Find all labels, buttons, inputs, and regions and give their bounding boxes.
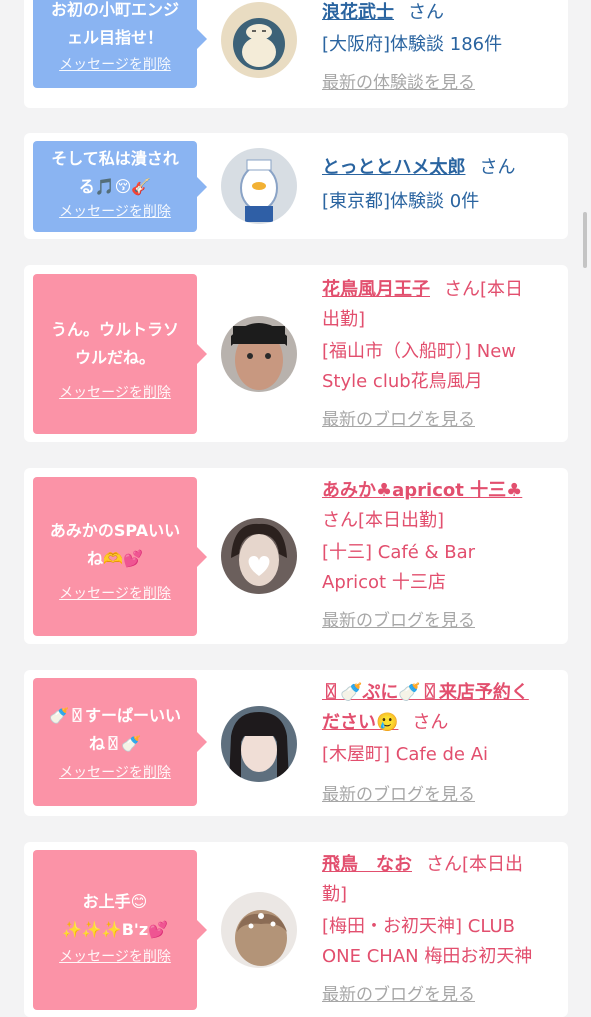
latest-blog-link[interactable]: 最新のブログを見る <box>322 980 554 1010</box>
girl-dark-avatar[interactable] <box>221 706 297 782</box>
user-name-link[interactable]: 浪花武士 <box>322 2 394 23</box>
san-label: さん[本日出勤] <box>322 510 445 531</box>
location-text: [梅田・お初天神] CLUB ONE CHAN 梅田お初天神 <box>322 916 533 967</box>
latest-blog-link[interactable]: 最新のブログを見る <box>322 780 554 810</box>
message-bubble: うん。ウルトラソ ウルだね。 メッセージを削除 <box>33 274 207 434</box>
latest-blog-link[interactable]: 最新のブログを見る <box>322 606 554 636</box>
hair-avatar[interactable] <box>221 892 297 968</box>
san-label-cont: 勤] <box>322 884 348 905</box>
san-label: さん <box>408 2 444 23</box>
latest-reviews-link[interactable]: 最新の体験談を見る <box>322 68 554 98</box>
message-bubble: そして私は潰され る🎵😚🎸 メッセージを削除 <box>33 141 207 232</box>
message-card: 🍼〿すーぱーいい ね〿🍼 メッセージを削除 〿🍼ぷに🍼〿来店予約く ださい🥲 さん … <box>24 670 568 816</box>
user-name-link[interactable]: とっととハメ太郎 <box>322 157 465 178</box>
message-text: うん。ウルトラソ ウルだね。 <box>50 320 179 367</box>
delete-message-link[interactable]: メッセージを削除 <box>41 764 189 782</box>
message-card: お初の小町エンジ ェル目指せ！ メッセージを削除 浪花武士 さん [大阪府]体験談 … <box>24 0 568 108</box>
message-text: お初の小町エンジ ェル目指せ！ <box>50 0 179 47</box>
penguin-avatar[interactable] <box>221 148 297 224</box>
delete-message-link[interactable]: メッセージを削除 <box>41 56 189 74</box>
message-card: うん。ウルトラソ ウルだね。 メッセージを削除 花鳥風月王子 さん[本日 出勤] [… <box>24 265 568 442</box>
san-label-cont: 出勤] <box>322 309 366 330</box>
user-name-link-cont[interactable]: ださい🥲 <box>322 712 398 733</box>
scrollbar[interactable] <box>583 212 587 268</box>
message-card: お上手😊 ✨✨✨B'z💕 メッセージを削除 飛鳥 なお さん[本日出 勤] [梅田・… <box>24 842 568 1017</box>
delete-message-link[interactable]: メッセージを削除 <box>41 384 189 402</box>
san-label: さん <box>412 712 449 733</box>
user-name-link[interactable]: 飛鳥 なお <box>322 854 412 875</box>
location-text: [木屋町] Cafe de Ai <box>322 744 489 765</box>
location-text: [福山市（入船町）] New Style club花鳥風月 <box>322 341 517 392</box>
latest-blog-link[interactable]: 最新のブログを見る <box>322 405 554 435</box>
location-text: [東京都]体験談 0件 <box>322 191 480 212</box>
message-card: そして私は潰され る🎵😚🎸 メッセージを削除 とっととハメ太郎 さん [東京都]体験… <box>24 133 568 239</box>
user-name-link[interactable]: 〿🍼ぷに🍼〿来店予約く <box>322 678 554 708</box>
san-label: さん <box>479 157 516 178</box>
message-text: 🍼〿すーぱーいい ね〿🍼 <box>49 706 181 753</box>
message-text: そして私は潰され る🎵😚🎸 <box>51 149 179 196</box>
message-bubble: お初の小町エンジ ェル目指せ！ メッセージを削除 <box>33 0 207 88</box>
san-label: さん[本日 <box>444 279 524 300</box>
location-text: [十三] Café & Bar Apricot 十三店 <box>322 542 476 593</box>
location-text: [大阪府]体験談 186件 <box>322 34 503 55</box>
message-text: あみかのSPAいい ね🫶💕 <box>49 521 181 568</box>
delete-message-link[interactable]: メッセージを削除 <box>41 948 189 966</box>
snorlax-avatar[interactable] <box>221 2 297 78</box>
message-bubble: あみかのSPAいい ね🫶💕 メッセージを削除 <box>33 477 207 636</box>
girl-heart-avatar[interactable] <box>221 518 297 594</box>
message-bubble: お上手😊 ✨✨✨B'z💕 メッセージを削除 <box>33 850 207 1010</box>
delete-message-link[interactable]: メッセージを削除 <box>41 203 189 221</box>
message-card: あみかのSPAいい ね🫶💕 メッセージを削除 あみか♣apricot 十三♣ さん… <box>24 468 568 644</box>
delete-message-link[interactable]: メッセージを削除 <box>41 585 189 603</box>
san-label: さん[本日出 <box>426 854 524 875</box>
message-text: お上手😊 ✨✨✨B'z💕 <box>61 892 169 939</box>
user-name-link[interactable]: あみか♣apricot 十三♣ <box>322 476 554 506</box>
user-name-link[interactable]: 花鳥風月王子 <box>322 279 430 300</box>
message-bubble: 🍼〿すーぱーいい ね〿🍼 メッセージを削除 <box>33 678 207 806</box>
man-face-avatar[interactable] <box>221 316 297 392</box>
